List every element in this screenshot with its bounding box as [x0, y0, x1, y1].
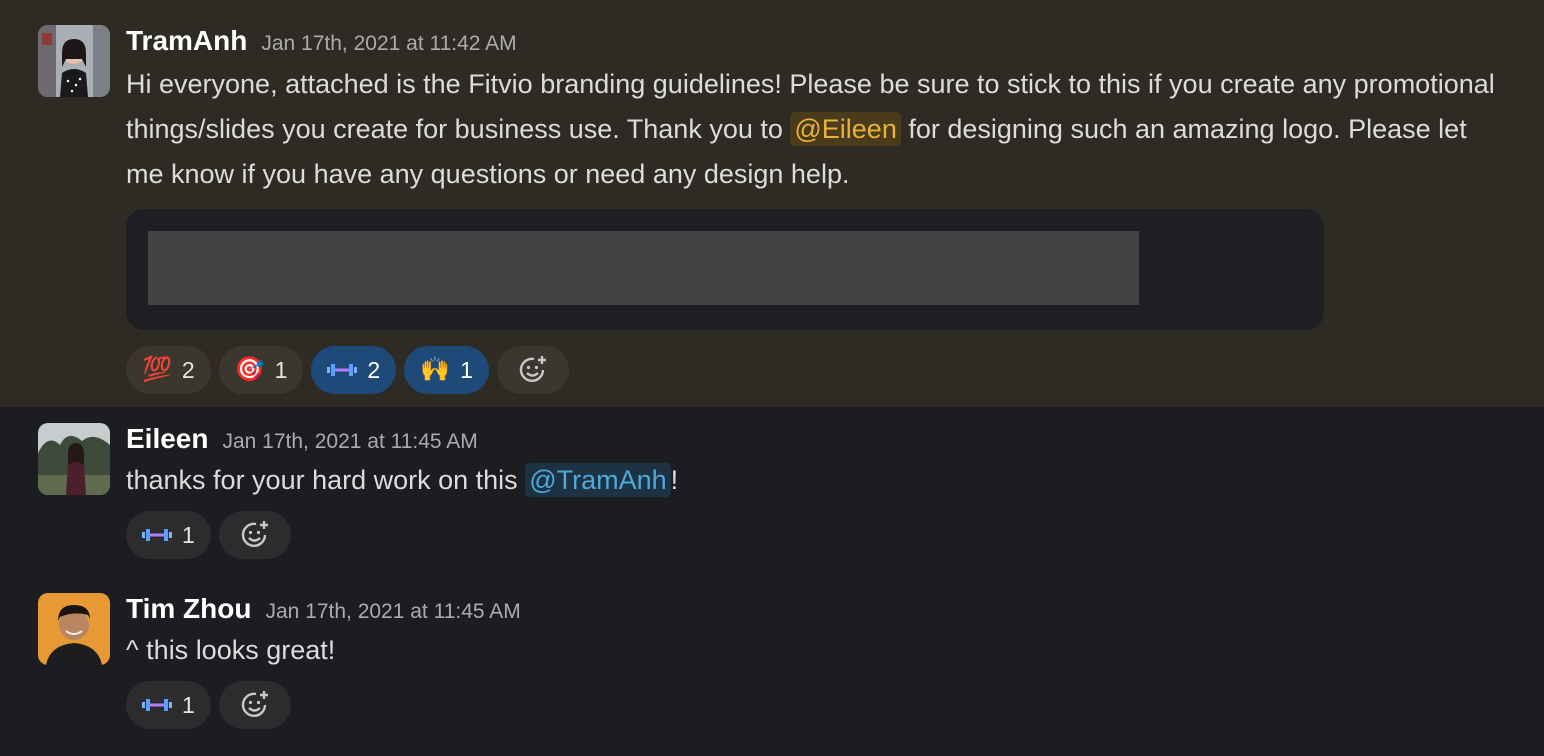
reaction-dumbbell[interactable]: 1 — [126, 511, 211, 559]
dumbbell-icon — [327, 362, 358, 378]
timestamp[interactable]: Jan 17th, 2021 at 11:45 AM — [265, 600, 520, 624]
reaction-bar: 💯 2 🎯 1 2 🙌 1 — [126, 346, 1504, 394]
attachment-placeholder — [148, 231, 1139, 305]
raised-hands-icon: 🙌 — [420, 356, 451, 383]
message-eileen: Eileen Jan 17th, 2021 at 11:45 AM thanks… — [0, 407, 1544, 577]
reaction-count: 1 — [182, 521, 195, 548]
message-text-continued: ! — [670, 465, 679, 495]
avatar-eileen[interactable] — [38, 423, 110, 495]
add-reaction-icon — [239, 519, 271, 551]
message-body: thanks for your hard work on this @TramA… — [126, 458, 1504, 503]
reaction-count: 1 — [274, 356, 288, 383]
author-name[interactable]: Tim Zhou — [126, 592, 251, 626]
reaction-hundred[interactable]: 💯 2 — [126, 346, 211, 394]
attachment-preview[interactable] — [126, 209, 1324, 330]
add-reaction-button[interactable] — [218, 511, 291, 559]
message-body: ^ this looks great! — [126, 628, 1504, 673]
reaction-dumbbell[interactable]: 1 — [126, 681, 211, 729]
message-header: Tim Zhou Jan 17th, 2021 at 11:45 AM — [126, 592, 1504, 626]
message-tramanh: TramAnh Jan 17th, 2021 at 11:42 AM Hi ev… — [0, 0, 1544, 407]
add-reaction-icon — [239, 689, 271, 721]
avatar-image — [38, 593, 110, 665]
mention-eileen[interactable]: @Eileen — [790, 112, 901, 146]
dumbbell-icon — [142, 697, 172, 713]
timestamp[interactable]: Jan 17th, 2021 at 11:45 AM — [222, 430, 477, 454]
add-reaction-icon — [517, 354, 549, 386]
avatar-image — [38, 423, 110, 495]
author-name[interactable]: Eileen — [126, 422, 208, 456]
message-text: thanks for your hard work on this — [126, 465, 526, 495]
reaction-count: 2 — [181, 356, 195, 383]
reaction-bar: 1 — [126, 681, 1504, 729]
reaction-count: 1 — [460, 356, 473, 383]
direct-hit-icon: 🎯 — [234, 356, 265, 383]
reaction-count: 2 — [367, 356, 381, 383]
reaction-count: 1 — [182, 691, 195, 718]
reaction-bar: 1 — [126, 511, 1504, 559]
avatar-image — [38, 25, 110, 97]
dumbbell-icon — [142, 527, 172, 543]
reaction-raised-hands[interactable]: 🙌 1 — [404, 346, 489, 394]
mention-tramanh[interactable]: @TramAnh — [525, 463, 671, 497]
hundred-points-icon: 💯 — [142, 356, 172, 383]
avatar-tramanh[interactable] — [38, 25, 110, 97]
reaction-target[interactable]: 🎯 1 — [218, 346, 304, 394]
timestamp[interactable]: Jan 17th, 2021 at 11:42 AM — [261, 32, 516, 56]
message-body: Hi everyone, attached is the Fitvio bran… — [126, 62, 1504, 197]
message-header: Eileen Jan 17th, 2021 at 11:45 AM — [126, 422, 1504, 456]
add-reaction-button[interactable] — [496, 346, 569, 394]
message-tim-zhou: Tim Zhou Jan 17th, 2021 at 11:45 AM ^ th… — [0, 577, 1544, 756]
reaction-dumbbell[interactable]: 2 — [311, 346, 397, 394]
avatar-tim-zhou[interactable] — [38, 593, 110, 665]
message-header: TramAnh Jan 17th, 2021 at 11:42 AM — [126, 24, 1504, 58]
author-name[interactable]: TramAnh — [126, 24, 247, 58]
message-text: ^ this looks great! — [126, 635, 336, 665]
add-reaction-button[interactable] — [218, 681, 291, 729]
